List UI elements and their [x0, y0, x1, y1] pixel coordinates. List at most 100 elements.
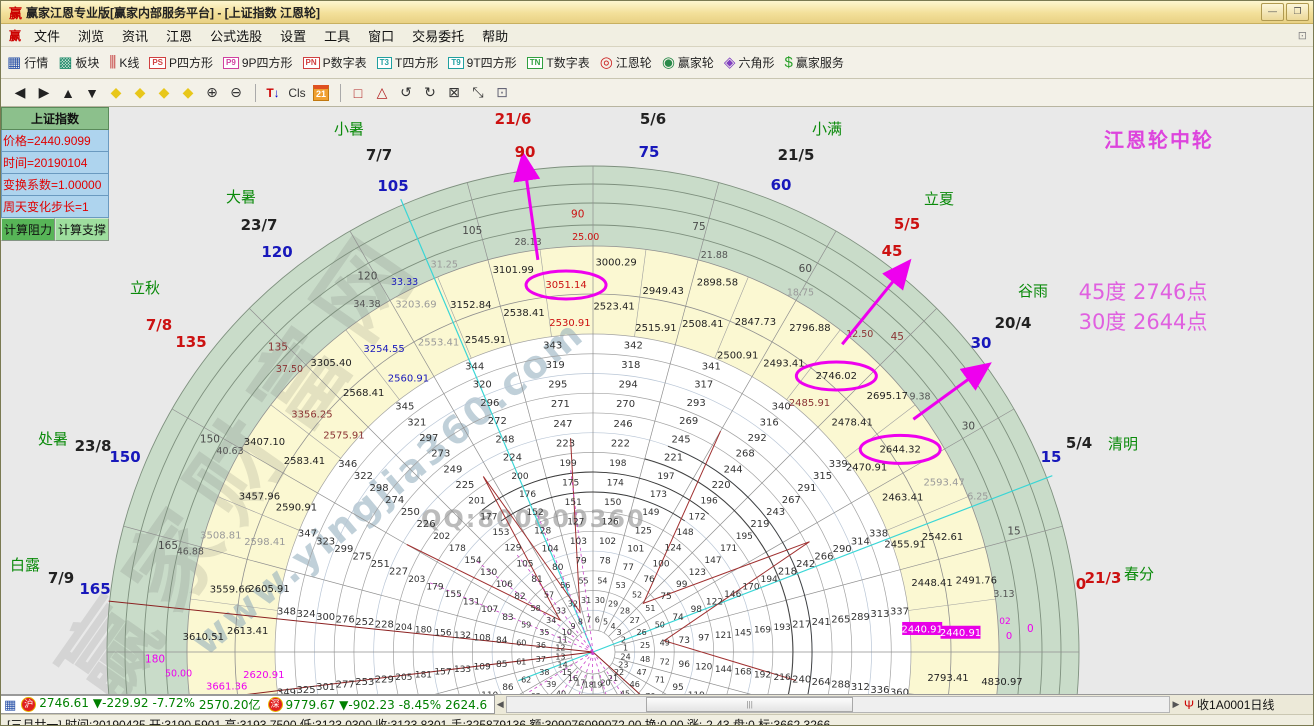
tool-triangle-tool-button[interactable]: △	[371, 83, 393, 103]
wheel-label: 106	[496, 580, 513, 590]
menu-item-4[interactable]: 公式选股	[201, 24, 271, 47]
menu-item-7[interactable]: 窗口	[359, 24, 403, 47]
wheel-label: 319	[546, 360, 565, 371]
wheel-label: 29	[608, 599, 618, 608]
wheel-label: 79	[575, 557, 587, 567]
quote-grid-icon[interactable]: ▦	[4, 697, 16, 713]
wheel-label: 172	[689, 512, 706, 522]
wheel-label: 60	[799, 263, 812, 275]
wheel-label: 297	[419, 433, 438, 444]
wheel-label: 55	[578, 576, 588, 585]
tool-rotate-ccw-button[interactable]: ↺	[395, 83, 417, 103]
wheel-label: 292	[748, 433, 767, 444]
outer-label-小暑: 小暑	[334, 120, 364, 138]
tool-rect-tool-button[interactable]: □	[347, 83, 369, 103]
wheel-label: 2530.91	[549, 318, 590, 329]
menu-item-5[interactable]: 设置	[271, 24, 315, 47]
shenzhen-quote: 9779.67▼-902.23-8.45%2624.6	[286, 698, 492, 712]
wheel-label: 288	[831, 680, 850, 691]
wheel-label: 346	[338, 459, 357, 470]
wheel-label: 2598.41	[244, 537, 285, 548]
toolbar-button-kline[interactable]: ⫼K线	[109, 54, 139, 71]
restore-button[interactable]: ❐	[1286, 3, 1309, 21]
toolbar-button-t-square[interactable]: T3T四方形	[377, 54, 439, 71]
wheel-label: 341	[702, 361, 721, 372]
outer-label-15: 15	[1041, 448, 1062, 466]
wheel-label: 291	[797, 483, 816, 494]
wheel-label: 125	[635, 526, 652, 536]
menu-bar: 赢 文件浏览资讯江恩公式选股设置工具窗口交易委托帮助 ⊡	[1, 24, 1313, 47]
wheel-label: 96	[679, 660, 691, 670]
menu-item-2[interactable]: 资讯	[113, 24, 157, 47]
wheel-label: 104	[542, 545, 559, 555]
wheel-label: 201	[468, 497, 485, 507]
t-table-label: T数字表	[546, 54, 589, 71]
toolbar-button-winner-service[interactable]: $赢家服务	[784, 54, 843, 71]
toolbar-button-winner-wheel[interactable]: ◉赢家轮	[662, 54, 714, 71]
wheel-label: 343	[543, 341, 562, 352]
tool-fit-button[interactable]: ⤡	[467, 83, 489, 103]
tool-close-box-button[interactable]: ⊠	[443, 83, 465, 103]
toolbar-button-gann-wheel[interactable]: ◎江恩轮	[600, 54, 652, 71]
tool-pan-right-button[interactable]: ◆	[129, 83, 151, 103]
scroll-right-icon[interactable]: ▶	[1171, 699, 1181, 710]
toolbar-button-quotes[interactable]: ▦行情	[7, 54, 48, 71]
tool-nav-right-button[interactable]: ▶	[33, 83, 55, 103]
wheel-label: 126	[602, 518, 619, 528]
app-logo-icon: 赢	[9, 3, 22, 22]
toolbar-button-9t-square[interactable]: T99T四方形	[448, 54, 516, 71]
tool-pan-left-button[interactable]: ◆	[105, 83, 127, 103]
menu-item-1[interactable]: 浏览	[69, 24, 113, 47]
calc-support-button[interactable]: 计算支撑	[55, 218, 109, 241]
panel-title: 上证指数	[1, 107, 109, 130]
toolbar-button-sectors[interactable]: ▩板块	[58, 54, 99, 71]
tool-t-down-button[interactable]: T↓	[262, 83, 284, 103]
tool-nav-up-button[interactable]: ▲	[57, 83, 79, 103]
toolbar-button-p-square[interactable]: PSP四方形	[149, 54, 213, 71]
toolbar-button-9p-square[interactable]: P99P四方形	[223, 54, 292, 71]
wheel-label: 28.13	[514, 237, 541, 248]
shanghai-icon: 沪	[21, 697, 36, 712]
wheel-label: 52	[632, 591, 642, 600]
wheel-label: 124	[664, 544, 681, 554]
wheel-label: 3661.36	[206, 682, 247, 693]
scrollbar-thumb[interactable]: |||	[646, 697, 853, 712]
current-price-value: 2440.91	[902, 624, 943, 635]
kline-icon: ⫼	[109, 55, 116, 70]
calc-resistance-button[interactable]: 计算阻力	[1, 218, 55, 241]
wheel-label: 26	[637, 628, 647, 637]
wheel-label: 50	[655, 620, 665, 629]
tool-zoom-out-button[interactable]: ⊖	[225, 83, 247, 103]
toolbar-button-p-table[interactable]: PNP数字表	[303, 54, 367, 71]
tool-pan-down-button[interactable]: ◆	[177, 83, 199, 103]
tool-pan-up-button[interactable]: ◆	[153, 83, 175, 103]
minimize-button[interactable]: —	[1261, 3, 1284, 21]
toolbar-button-t-table[interactable]: TNT数字表	[527, 54, 590, 71]
tool-nav-left-button[interactable]: ◀	[9, 83, 31, 103]
wheel-label: 15	[1007, 525, 1020, 537]
scroll-left-icon[interactable]: ◀	[495, 699, 505, 710]
tool-zoom-in-button[interactable]: ⊕	[201, 83, 223, 103]
toolbar-button-hexagon[interactable]: ◈六角形	[724, 54, 775, 71]
wheel-label: 71	[655, 676, 665, 685]
quotes-label: 行情	[24, 54, 48, 71]
tool-calendar-button[interactable]: 21	[310, 83, 332, 103]
menu-item-6[interactable]: 工具	[315, 24, 359, 47]
mdi-restore-icon[interactable]: ⊡	[1298, 29, 1307, 42]
tool-cls-button[interactable]: Cls	[286, 83, 308, 103]
wheel-label: 3.13	[993, 589, 1014, 600]
wheel-label: 133	[454, 665, 471, 675]
tool-screen-button[interactable]: ⊡	[491, 83, 513, 103]
menu-item-9[interactable]: 帮助	[473, 24, 517, 47]
wheel-label: 57	[544, 591, 554, 600]
tool-nav-down-button[interactable]: ▼	[81, 83, 103, 103]
menu-item-0[interactable]: 文件	[25, 24, 69, 47]
menu-item-3[interactable]: 江恩	[157, 24, 201, 47]
wheel-label: 54	[597, 576, 607, 585]
wheel-label: 246	[614, 419, 633, 430]
tool-rotate-cw-button[interactable]: ↻	[419, 83, 441, 103]
sectors-label: 板块	[75, 54, 99, 71]
ticker-scrollbar[interactable]: |||	[506, 696, 1170, 713]
menu-item-8[interactable]: 交易委托	[403, 24, 473, 47]
calendar-icon: 21	[313, 85, 329, 101]
